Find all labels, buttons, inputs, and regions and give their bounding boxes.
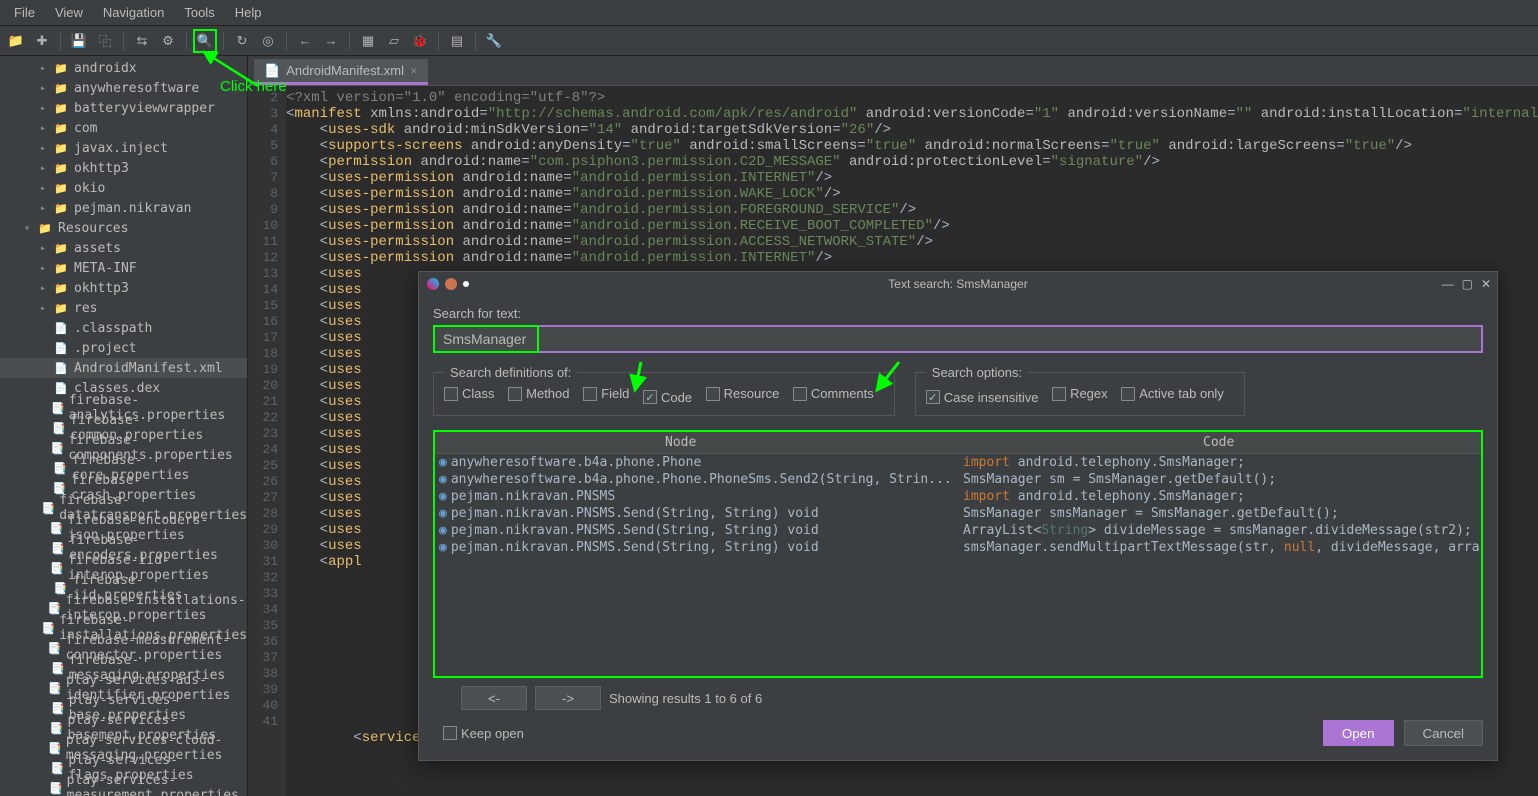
save-all-icon[interactable]: ⿻ xyxy=(93,29,117,53)
tab-androidmanifest[interactable]: 📄 AndroidManifest.xml × xyxy=(254,59,428,85)
tree-item[interactable]: ▸📁okhttp3 xyxy=(0,278,247,298)
chk-field[interactable]: Field xyxy=(583,386,629,401)
close-icon[interactable]: ✕ xyxy=(1481,277,1491,291)
col-header-code[interactable]: Code xyxy=(963,435,1481,450)
chk-method[interactable]: Method xyxy=(508,386,569,401)
result-row[interactable]: ◉ pejman.nikravan.PNSMS.Send(String, Str… xyxy=(435,505,1481,522)
tree-item[interactable]: ▸📁anywheresoftware xyxy=(0,78,247,98)
chk-case-insensitive[interactable]: Case insensitive xyxy=(926,390,1039,405)
menubar: File View Navigation Tools Help xyxy=(0,0,1538,26)
tree-item[interactable]: 📄AndroidManifest.xml xyxy=(0,358,247,378)
sync-icon[interactable]: ⇆ xyxy=(130,29,154,53)
definitions-legend: Search definitions of: xyxy=(444,365,577,380)
back-icon[interactable]: ← xyxy=(293,29,317,53)
white-dot-icon xyxy=(463,281,469,287)
line-gutter: 2345678910111213141516171819202122232425… xyxy=(248,86,286,796)
chk-comments[interactable]: Comments xyxy=(793,386,874,401)
results-status: Showing results 1 to 6 of 6 xyxy=(609,691,762,706)
prev-results-button[interactable]: <- xyxy=(461,686,527,710)
log-icon[interactable]: ▤ xyxy=(445,29,469,53)
tree-item[interactable]: 📑play-services-measurement.properties xyxy=(0,778,247,796)
editor-tabs: 📄 AndroidManifest.xml × xyxy=(248,56,1538,86)
tree-item[interactable]: ▸📁assets xyxy=(0,238,247,258)
dialog-titlebar: Text search: SmsManager — ▢ ✕ xyxy=(419,272,1497,296)
pref-icon[interactable]: ⚙ xyxy=(156,29,180,53)
tree-item[interactable]: ▸📁pejman.nikravan xyxy=(0,198,247,218)
open-button[interactable]: Open xyxy=(1323,720,1394,746)
chk-active-tab[interactable]: Active tab only xyxy=(1121,386,1224,401)
refresh-icon[interactable]: ↻ xyxy=(230,29,254,53)
search-icon[interactable]: 🔍 xyxy=(193,29,217,53)
wrench-icon[interactable]: 🔧 xyxy=(482,29,506,53)
text-search-dialog: Text search: SmsManager — ▢ ✕ Search for… xyxy=(418,271,1498,761)
chk-class[interactable]: Class xyxy=(444,386,495,401)
tree-item[interactable]: ▾📁Resources xyxy=(0,218,247,238)
toolbar: 📁 ✚ 💾 ⿻ ⇆ ⚙ 🔍 ↻ ◎ ← → ▦ ▱ 🐞 ▤ 🔧 xyxy=(0,26,1538,56)
tree-item[interactable]: ▸📁okhttp3 xyxy=(0,158,247,178)
maximize-icon[interactable]: ▢ xyxy=(1462,277,1473,291)
tree-item[interactable]: 📄.classpath xyxy=(0,318,247,338)
chk-code[interactable]: Code xyxy=(643,390,692,405)
xml-file-icon: 📄 xyxy=(264,63,280,79)
options-legend: Search options: xyxy=(926,365,1028,380)
cancel-button[interactable]: Cancel xyxy=(1404,720,1484,746)
target-icon[interactable]: ◎ xyxy=(256,29,280,53)
tab-label: AndroidManifest.xml xyxy=(286,63,404,78)
bug-icon[interactable]: 🐞 xyxy=(408,29,432,53)
open-project-icon[interactable]: ✚ xyxy=(30,29,54,53)
chk-regex[interactable]: Regex xyxy=(1052,386,1108,401)
search-for-text-label: Search for text: xyxy=(433,306,1483,321)
next-results-button[interactable]: -> xyxy=(535,686,601,710)
menu-file[interactable]: File xyxy=(4,1,45,24)
tree-item[interactable]: ▸📁okio xyxy=(0,178,247,198)
result-row[interactable]: ◉ pejman.nikravan.PNSMSimport android.te… xyxy=(435,488,1481,505)
result-row[interactable]: ◉ pejman.nikravan.PNSMS.Send(String, Str… xyxy=(435,539,1481,556)
save-icon[interactable]: 💾 xyxy=(67,29,91,53)
tree-item[interactable]: ▸📁javax.inject xyxy=(0,138,247,158)
forward-icon[interactable]: → xyxy=(319,29,343,53)
result-row[interactable]: ◉ anywheresoftware.b4a.phone.Phoneimport… xyxy=(435,454,1481,471)
menu-help[interactable]: Help xyxy=(225,1,272,24)
chk-resource[interactable]: Resource xyxy=(706,386,780,401)
menu-view[interactable]: View xyxy=(45,1,93,24)
minimize-icon[interactable]: — xyxy=(1442,277,1454,291)
open-file-icon[interactable]: 📁 xyxy=(4,29,28,53)
result-row[interactable]: ◉ anywheresoftware.b4a.phone.Phone.Phone… xyxy=(435,471,1481,488)
menu-navigation[interactable]: Navigation xyxy=(93,1,174,24)
result-row[interactable]: ◉ pejman.nikravan.PNSMS.Send(String, Str… xyxy=(435,522,1481,539)
project-tree: ▸📁androidx▸📁anywheresoftware▸📁batteryvie… xyxy=(0,56,248,796)
search-options-group: Search options: Case insensitive Regex A… xyxy=(915,365,1245,416)
search-definitions-group: Search definitions of: Class Method Fiel… xyxy=(433,365,895,416)
chk-keep-open[interactable]: Keep open xyxy=(443,726,524,741)
orange-dot-icon xyxy=(445,278,457,290)
dialog-title-text: Text search: SmsManager xyxy=(888,277,1027,291)
device-icon[interactable]: ▱ xyxy=(382,29,406,53)
app-icon xyxy=(427,278,439,290)
search-input[interactable] xyxy=(433,325,1483,353)
tree-item[interactable]: ▸📁res xyxy=(0,298,247,318)
tree-item[interactable]: ▸📁batteryviewwrapper xyxy=(0,98,247,118)
search-results-table: Node Code ◉ anywheresoftware.b4a.phone.P… xyxy=(433,430,1483,679)
tree-item[interactable]: ▸📁com xyxy=(0,118,247,138)
struct-icon[interactable]: ▦ xyxy=(356,29,380,53)
tree-item[interactable]: ▸📁androidx xyxy=(0,58,247,78)
tree-item[interactable]: 📄.project xyxy=(0,338,247,358)
tree-item[interactable]: ▸📁META-INF xyxy=(0,258,247,278)
menu-tools[interactable]: Tools xyxy=(174,1,224,24)
col-header-node[interactable]: Node xyxy=(435,435,963,450)
close-tab-icon[interactable]: × xyxy=(410,63,418,78)
